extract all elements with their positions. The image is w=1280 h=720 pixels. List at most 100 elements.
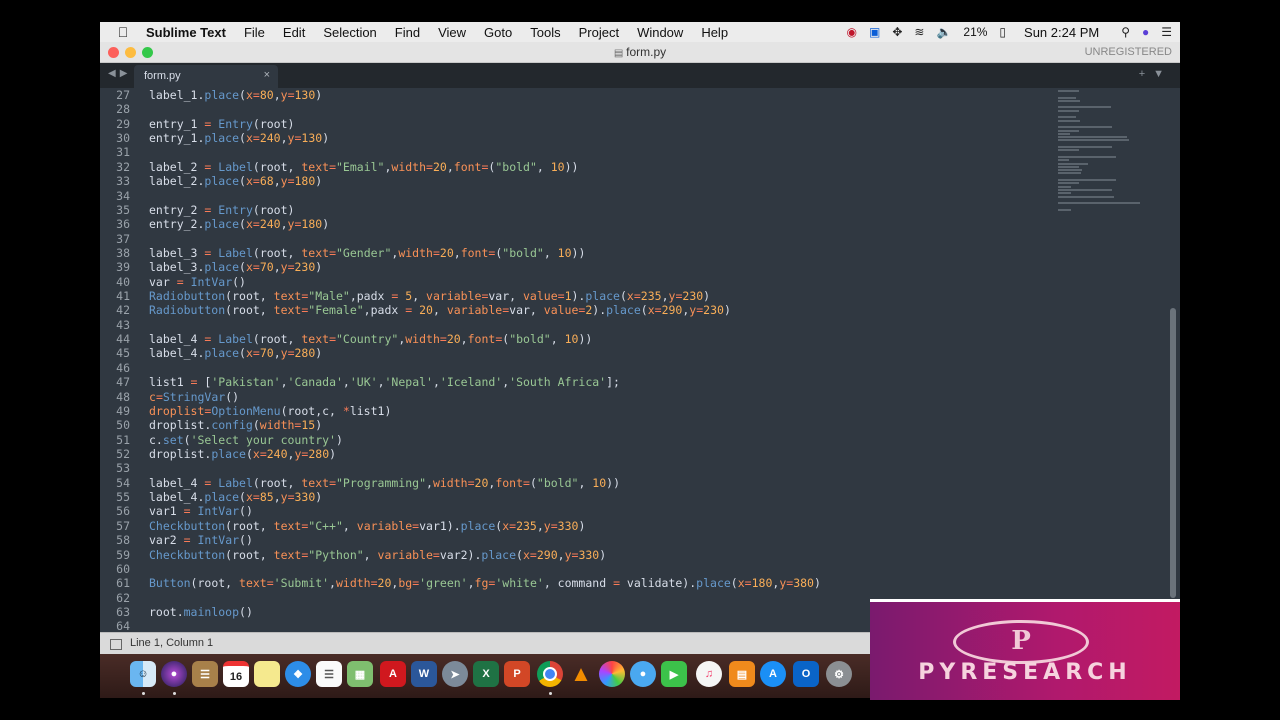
code-line[interactable]: c.set('Select your country')	[149, 433, 821, 447]
code-line[interactable]: root.mainloop()	[149, 605, 821, 619]
notes-icon[interactable]: ☰	[192, 661, 218, 687]
battery-icon[interactable]: ▯	[999, 25, 1006, 39]
vertical-scrollbar[interactable]	[1170, 308, 1176, 598]
close-tab-icon[interactable]: ×	[264, 69, 270, 81]
photos-icon[interactable]	[599, 661, 625, 687]
code-line[interactable]	[149, 102, 821, 116]
code-line[interactable]: entry_2.place(x=240,y=180)	[149, 217, 821, 231]
acrobat-icon[interactable]: A	[380, 661, 406, 687]
calendar-icon[interactable]: 16	[223, 661, 249, 687]
code-line[interactable]: Button(root, text='Submit',width=20,bg='…	[149, 576, 821, 590]
music-icon[interactable]: ♫	[696, 661, 722, 687]
tab-form-py[interactable]: form.py ×	[134, 65, 278, 88]
code-editor[interactable]: 27 28 29 30 31 32 33 34 35 36 37 38 39 40 41 42 43 44 45 46…	[100, 88, 1180, 632]
facetime-icon[interactable]: ▶	[661, 661, 687, 687]
code-line[interactable]: label_2.place(x=68,y=180)	[149, 174, 821, 188]
code-line[interactable]: c=StringVar()	[149, 390, 821, 404]
reminders-icon[interactable]: ☰	[316, 661, 342, 687]
siri-icon[interactable]: ●	[161, 661, 187, 687]
settings-icon[interactable]: ⚙	[826, 661, 852, 687]
code-line[interactable]: label_4.place(x=85,y=330)	[149, 490, 821, 504]
menu-help[interactable]: Help	[692, 25, 737, 40]
line-number: 36	[116, 217, 130, 232]
finder-icon[interactable]: ☺	[130, 661, 156, 687]
menu-app-name[interactable]: Sublime Text	[146, 25, 235, 40]
code-line[interactable]: label_1.place(x=80,y=130)	[149, 88, 821, 102]
move-icon[interactable]: ✥	[892, 25, 902, 39]
minimap[interactable]	[1058, 90, 1158, 211]
preview-icon[interactable]: ▦	[347, 661, 373, 687]
launchpad-icon[interactable]: ➤	[442, 661, 468, 687]
safari-icon[interactable]: ❖	[285, 661, 311, 687]
outlook-icon[interactable]: O	[793, 661, 819, 687]
menu-file[interactable]: File	[235, 25, 274, 40]
code-line[interactable]: var = IntVar()	[149, 275, 821, 289]
code-line[interactable]: Checkbutton(root, text="Python", variabl…	[149, 548, 821, 562]
code-line[interactable]	[149, 461, 821, 475]
code-line[interactable]: var2 = IntVar()	[149, 533, 821, 547]
stickies-icon[interactable]	[254, 661, 280, 687]
volume-icon[interactable]: 🔈	[936, 25, 951, 39]
line-number: 41	[116, 289, 130, 304]
code-line[interactable]: Radiobutton(root, text="Male",padx = 5, …	[149, 289, 821, 303]
menu-tools[interactable]: Tools	[521, 25, 569, 40]
minimap-line	[1058, 136, 1127, 139]
code-line[interactable]: droplist=OptionMenu(root,c, *list1)	[149, 404, 821, 418]
menu-window[interactable]: Window	[628, 25, 692, 40]
code-line[interactable]: droplist.place(x=240,y=280)	[149, 447, 821, 461]
code-line[interactable]: label_4.place(x=70,y=280)	[149, 346, 821, 360]
word-icon[interactable]: W	[411, 661, 437, 687]
wifi-icon[interactable]: ≋	[914, 25, 924, 39]
chrome-icon[interactable]	[537, 661, 563, 687]
code-line[interactable]	[149, 145, 821, 159]
code-line[interactable]: entry_1 = Entry(root)	[149, 117, 821, 131]
menu-edit[interactable]: Edit	[274, 25, 314, 40]
menu-selection[interactable]: Selection	[314, 25, 385, 40]
menu-find[interactable]: Find	[386, 25, 429, 40]
code-line[interactable]: label_4 = Label(root, text="Country",wid…	[149, 332, 821, 346]
code-area[interactable]: label_1.place(x=80,y=130) entry_1 = Entr…	[149, 88, 821, 632]
code-line[interactable]: var1 = IntVar()	[149, 504, 821, 518]
code-line[interactable]: droplist.config(width=15)	[149, 418, 821, 432]
code-line[interactable]	[149, 619, 821, 632]
code-line[interactable]	[149, 562, 821, 576]
code-line[interactable]: label_3 = Label(root, text="Gender",widt…	[149, 246, 821, 260]
apple-icon[interactable]: 	[100, 24, 146, 40]
powerpoint-icon[interactable]: P	[504, 661, 530, 687]
code-line[interactable]: label_3.place(x=70,y=230)	[149, 260, 821, 274]
code-line[interactable]	[149, 232, 821, 246]
code-line[interactable]: Radiobutton(root, text="Female",padx = 2…	[149, 303, 821, 317]
messages-icon[interactable]: ●	[630, 661, 656, 687]
menu-project[interactable]: Project	[570, 25, 628, 40]
excel-icon[interactable]: X	[473, 661, 499, 687]
tab-nav-arrows-icon[interactable]: ◀▶	[108, 68, 131, 79]
code-line[interactable]	[149, 361, 821, 375]
code-line[interactable]	[149, 318, 821, 332]
code-line[interactable]: entry_1.place(x=240,y=130)	[149, 131, 821, 145]
notification-center-icon[interactable]: ☰	[1161, 25, 1172, 39]
vlc-icon[interactable]: ▲	[568, 661, 594, 687]
line-number: 37	[116, 231, 130, 246]
spotlight-icon[interactable]: ⚲	[1121, 25, 1130, 39]
panel-toggle-icon[interactable]	[110, 639, 122, 650]
code-line[interactable]	[149, 189, 821, 203]
teamviewer-icon[interactable]: ▣	[869, 25, 880, 39]
code-line[interactable]: label_2 = Label(root, text="Email",width…	[149, 160, 821, 174]
menu-view[interactable]: View	[429, 25, 475, 40]
books-icon[interactable]: ▤	[729, 661, 755, 687]
code-line[interactable]: label_4 = Label(root, text="Programming"…	[149, 476, 821, 490]
code-line[interactable]: entry_2 = Entry(root)	[149, 203, 821, 217]
code-line[interactable]: list1 = ['Pakistan','Canada','UK','Nepal…	[149, 375, 821, 389]
menu-goto[interactable]: Goto	[475, 25, 521, 40]
menu-clock[interactable]: Sun 2:24 PM	[1024, 25, 1099, 40]
code-line[interactable]: Checkbutton(root, text="C++", variable=v…	[149, 519, 821, 533]
new-tab-icon[interactable]: +▼	[1139, 68, 1172, 80]
code-line[interactable]	[149, 591, 821, 605]
appstore-icon[interactable]: A	[760, 661, 786, 687]
minimap-line	[1058, 129, 1080, 132]
siri-menu-icon[interactable]: ●	[1142, 25, 1149, 39]
minimap-line	[1058, 106, 1111, 109]
line-number: 52	[116, 446, 130, 461]
logo-letter: P	[1011, 626, 1031, 656]
record-icon[interactable]: ◉	[846, 25, 856, 39]
